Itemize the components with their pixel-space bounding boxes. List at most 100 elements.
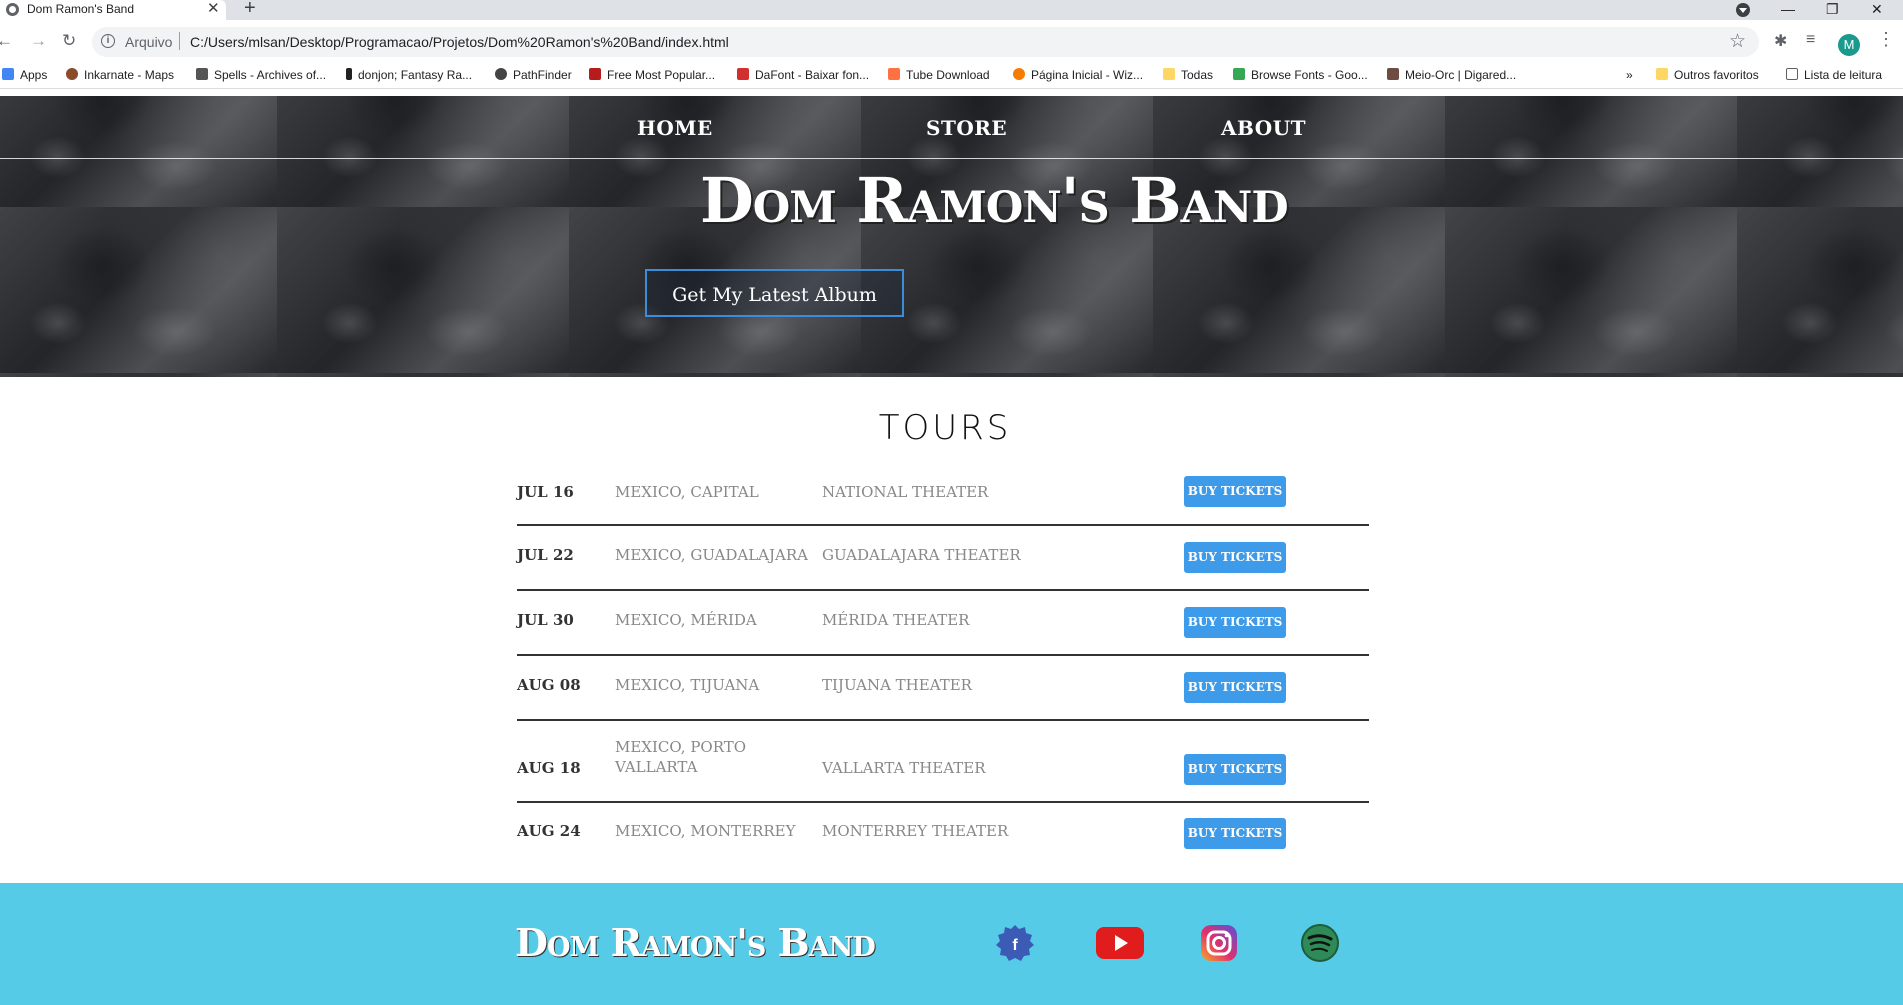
tour-venue: TIJUANA THEATER [822,676,972,694]
spotify-icon-graphic [1301,924,1339,962]
close-tab-icon[interactable]: ✕ [207,0,220,18]
youtube-icon-graphic [1096,927,1144,959]
buy-tickets-button[interactable]: BUY TICKETS [1184,672,1286,703]
info-icon[interactable]: i [101,34,115,48]
bookmark-item[interactable]: Meio-Orc | Digared... [1387,68,1516,82]
tour-city: MEXICO, CAPITAL [615,483,759,501]
other-favorites[interactable]: Outros favoritos [1656,68,1759,82]
buy-tickets-button[interactable]: BUY TICKETS [1184,476,1286,507]
buy-tickets-button[interactable]: BUY TICKETS [1184,818,1286,849]
browser-tabstrip: Dom Ramon's Band ✕ + — ❐ ✕ [0,0,1903,20]
tour-date: AUG 24 [517,822,581,840]
instagram-icon[interactable] [1197,923,1241,963]
address-bar[interactable]: i Arquivo C:/Users/mlsan/Desktop/Program… [92,27,1759,57]
browser-tab[interactable]: Dom Ramon's Band ✕ [0,0,226,20]
tour-venue: GUADALAJARA THEATER [822,546,1021,564]
bookmarks-overflow[interactable]: » [1626,68,1633,82]
url-divider [179,32,180,50]
tour-row: AUG 18 MEXICO, PORTO VALLARTA VALLARTA T… [517,721,1369,803]
apps-grid-icon [2,68,14,80]
folder-icon [1163,68,1175,80]
tour-date: AUG 08 [517,676,581,694]
extensions-icon[interactable]: ✱ [1774,31,1787,51]
restore-icon[interactable]: ❐ [1826,0,1839,18]
bookmark-star-icon[interactable]: ☆ [1729,30,1746,53]
get-album-button[interactable]: Get My Latest Album [645,269,904,317]
spotify-icon[interactable] [1298,923,1342,963]
facebook-icon[interactable]: f [993,923,1037,963]
footer-logo: Dom Ramon's Band [515,920,876,965]
bookmark-item[interactable]: DaFont - Baixar fon... [737,68,869,82]
tour-row: AUG 08 MEXICO, TIJUANA TIJUANA THEATER B… [517,656,1369,721]
nav-divider [0,158,1903,159]
bookmark-favicon-icon [737,68,749,80]
tab-search-icon[interactable] [1736,3,1750,17]
back-icon[interactable]: ← [0,31,13,51]
folder-icon [1656,68,1668,80]
nav-store[interactable]: STORE [926,116,1007,140]
bookmark-apps[interactable]: Apps [2,68,47,82]
bookmark-favicon-icon [196,68,208,80]
bookmarks-bar: Apps Inkarnate - Maps Spells - Archives … [0,64,1903,89]
tour-city: MEXICO, MONTERREY [615,822,796,840]
reading-list-icon[interactable]: ≡ [1806,31,1815,49]
globe-icon [6,3,19,16]
scheme-label: Arquivo [125,34,173,50]
buy-tickets-button[interactable]: BUY TICKETS [1184,754,1286,785]
nav-about[interactable]: ABOUT [1221,116,1306,140]
instagram-icon-graphic [1201,925,1237,961]
bookmark-item[interactable]: Free Most Popular... [589,68,715,82]
bookmark-item[interactable]: Página Inicial - Wiz... [1013,68,1143,82]
tab-title: Dom Ramon's Band [27,2,135,16]
facebook-icon-graphic: f [996,925,1034,961]
bookmark-favicon-icon [589,68,601,80]
bookmark-item[interactable]: Tube Download [888,68,990,82]
new-tab-icon[interactable]: + [244,0,256,18]
buy-tickets-button[interactable]: BUY TICKETS [1184,607,1286,638]
bookmark-item[interactable]: PathFinder [495,68,572,82]
avatar[interactable]: M [1838,34,1860,56]
tour-venue: MONTERREY THEATER [822,822,1009,840]
bookmark-item[interactable]: Spells - Archives of... [196,68,326,82]
tour-row: JUL 30 MEXICO, MÉRIDA MÉRIDA THEATER BUY… [517,591,1369,656]
tour-venue: VALLARTA THEATER [822,759,986,777]
tour-city: MEXICO, PORTO VALLARTA [615,738,747,776]
tour-row: AUG 24 MEXICO, MONTERREY MONTERREY THEAT… [517,803,1369,863]
tour-city: MEXICO, MÉRIDA [615,611,757,629]
nav-home[interactable]: HOME [637,116,713,140]
tour-venue: NATIONAL THEATER [822,483,989,501]
bookmark-favicon-icon [1387,68,1399,80]
reading-list-icon [1786,68,1798,80]
bookmark-item[interactable]: Inkarnate - Maps [66,68,174,82]
tour-venue: MÉRIDA THEATER [822,611,970,629]
browser-toolbar: ← → ↻ i Arquivo C:/Users/mlsan/Desktop/P… [0,20,1903,64]
tour-date: AUG 18 [517,759,581,777]
bookmark-favicon-icon [1233,68,1245,80]
bookmark-favicon-icon [346,68,352,80]
bookmark-item[interactable]: Todas [1163,68,1213,82]
tours-heading: TOURS [878,408,1012,448]
menu-dots-icon[interactable]: ⋮ [1877,29,1895,50]
footer: Dom Ramon's Band f [0,883,1903,1005]
bookmark-item[interactable]: Browse Fonts - Goo... [1233,68,1368,82]
minimize-icon[interactable]: — [1781,0,1795,18]
tour-row: JUL 16 MEXICO, CAPITAL NATIONAL THEATER … [517,466,1369,526]
reload-icon[interactable]: ↻ [62,31,76,51]
forward-icon[interactable]: → [30,31,47,51]
reading-list[interactable]: Lista de leitura [1786,68,1882,82]
bookmark-favicon-icon [66,68,78,80]
svg-text:f: f [1012,937,1018,954]
tour-date: JUL 16 [517,483,574,501]
buy-tickets-button[interactable]: BUY TICKETS [1184,542,1286,573]
tour-date: JUL 30 [517,611,574,629]
tour-row: JUL 22 MEXICO, GUADALAJARA GUADALAJARA T… [517,526,1369,591]
bookmark-favicon-icon [1013,68,1025,80]
youtube-icon[interactable] [1094,923,1146,963]
tour-date: JUL 22 [517,546,574,564]
band-title: Dom Ramon's Band [700,164,1289,237]
url-text[interactable]: C:/Users/mlsan/Desktop/Programacao/Proje… [190,34,729,50]
close-window-icon[interactable]: ✕ [1871,0,1883,18]
tour-city: MEXICO, TIJUANA [615,676,760,694]
bookmark-item[interactable]: donjon; Fantasy Ra... [346,68,472,82]
bookmark-favicon-icon [888,68,900,80]
